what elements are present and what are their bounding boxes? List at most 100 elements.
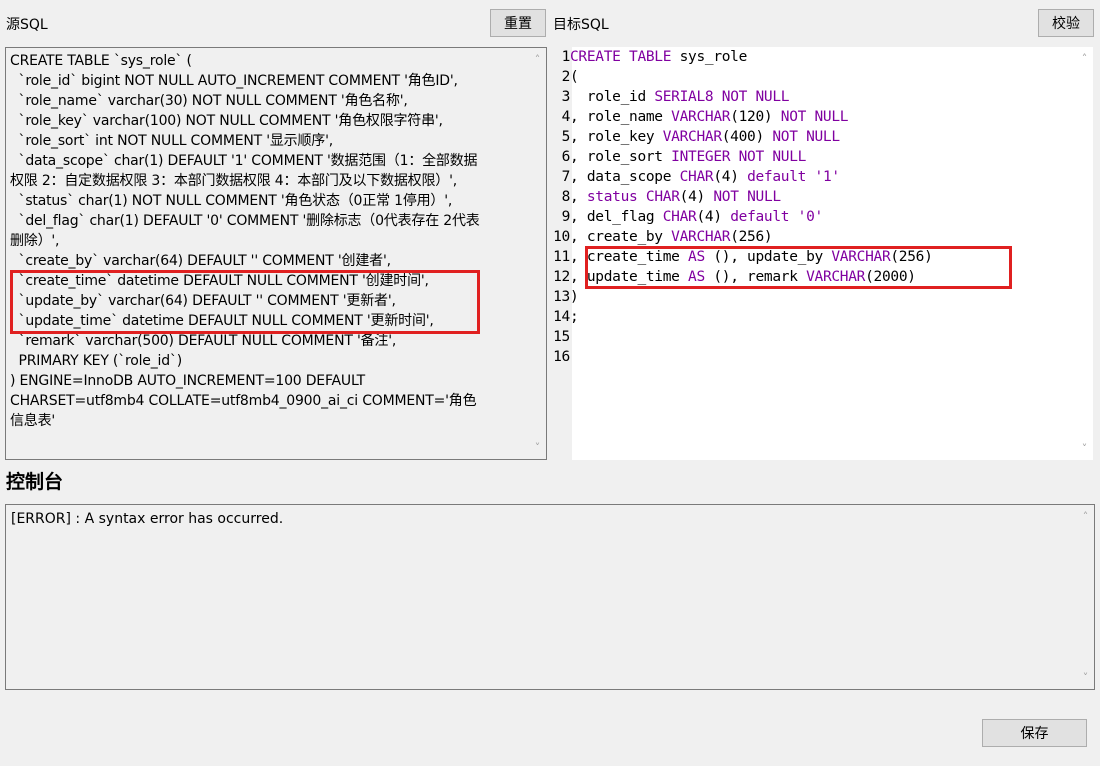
line-number: 14	[553, 309, 570, 325]
code-token: ,	[570, 189, 587, 205]
line-number: 5	[561, 129, 571, 145]
code-token: role_id	[570, 89, 655, 105]
scroll-down-icon[interactable]: ˅	[1077, 669, 1094, 686]
scroll-up-icon[interactable]: ˄	[529, 51, 546, 68]
save-button[interactable]: 保存	[982, 719, 1087, 747]
source-sql-text[interactable]: CREATE TABLE `sys_role` ( `role_id` bigi…	[10, 51, 522, 431]
scroll-down-icon[interactable]: ˅	[529, 439, 546, 456]
code-token: INTEGER	[671, 149, 731, 165]
target-code-line: 10, create_by VARCHAR(256)	[553, 227, 773, 247]
target-sql-label: 目标SQL	[553, 17, 609, 33]
code-token: ;	[570, 309, 579, 325]
code-token: , create_by	[570, 229, 672, 245]
code-token: (2000)	[865, 269, 916, 285]
code-token: (4)	[713, 169, 748, 185]
code-token: NOT NULL	[713, 189, 781, 205]
source-sql-line: 权限 2：自定数据权限 3：本部门数据权限 4：本部门及以下数据权限）',	[10, 173, 457, 189]
source-sql-line: CHARSET=utf8mb4 COLLATE=utf8mb4_0900_ai_…	[10, 393, 477, 409]
code-token: (120)	[730, 109, 781, 125]
source-sql-line: `del_flag` char(1) DEFAULT '0' COMMENT '…	[10, 213, 480, 229]
source-sql-line: `update_by` varchar(64) DEFAULT '' COMME…	[10, 293, 396, 309]
source-sql-label: 源SQL	[6, 17, 48, 33]
line-number: 4	[561, 109, 571, 125]
console-scrollbar[interactable]: ˄ ˅	[1077, 505, 1094, 689]
code-token: VARCHAR	[671, 229, 731, 245]
target-sql-editor[interactable]: 1CREATE TABLE sys_role 2(3 role_id SERIAL…	[553, 47, 1093, 460]
target-code-line: 1CREATE TABLE sys_role	[553, 47, 748, 67]
source-sql-line: `role_key` varchar(100) NOT NULL COMMENT…	[10, 113, 443, 129]
source-sql-line: `role_sort` int NOT NULL COMMENT '显示顺序',	[10, 133, 334, 149]
target-code-line: 6, role_sort INTEGER NOT NULL	[553, 147, 807, 167]
code-token: NOT NULL	[772, 129, 840, 145]
code-token: , data_scope	[570, 169, 680, 185]
target-code-line: 8, status CHAR(4) NOT NULL	[553, 187, 782, 207]
line-number: 10	[553, 229, 570, 245]
target-scrollbar[interactable]: ˄ ˅	[1076, 47, 1093, 460]
target-code-line: 11, create_time AS (), update_by VARCHAR…	[553, 247, 933, 267]
source-sql-line: `role_id` bigint NOT NULL AUTO_INCREMENT…	[10, 73, 458, 89]
line-number: 16	[553, 349, 570, 365]
code-token: VARCHAR	[831, 249, 891, 265]
source-scrollbar[interactable]: ˄ ˅	[529, 48, 546, 459]
code-token: default	[730, 209, 790, 225]
code-token: sys_role	[671, 49, 748, 65]
target-code-line: 5, role_key VARCHAR(400) NOT NULL	[553, 127, 841, 147]
scroll-up-icon[interactable]: ˄	[1077, 508, 1094, 525]
code-token: default	[747, 169, 807, 185]
code-token: , role_name	[570, 109, 672, 125]
verify-button[interactable]: 校验	[1038, 9, 1094, 37]
target-code-line: 16	[553, 347, 570, 367]
source-sql-line: ) ENGINE=InnoDB AUTO_INCREMENT=100 DEFAU…	[10, 373, 365, 389]
target-code-line: 14;	[553, 307, 579, 327]
source-sql-line: `create_time` datetime DEFAULT NULL COMM…	[10, 273, 429, 289]
scroll-down-icon[interactable]: ˅	[1076, 440, 1093, 457]
code-token: CREATE TABLE	[570, 49, 672, 65]
code-token: NOT NULL	[738, 149, 807, 165]
reset-button[interactable]: 重置	[490, 9, 546, 37]
code-token: , role_key	[570, 129, 663, 145]
code-token: VARCHAR	[806, 269, 866, 285]
source-sql-line: 删除）',	[10, 233, 60, 249]
line-number: 1	[561, 49, 571, 65]
source-sql-editor[interactable]: CREATE TABLE `sys_role` ( `role_id` bigi…	[5, 47, 547, 460]
console-title: 控制台	[6, 471, 64, 493]
code-token: , role_sort	[570, 149, 672, 165]
line-number: 3	[561, 89, 571, 105]
code-token: (), remark	[704, 269, 807, 285]
code-token: (	[570, 69, 579, 85]
line-number: 8	[561, 189, 571, 205]
code-token: status	[586, 189, 638, 205]
source-sql-line: CREATE TABLE `sys_role` (	[10, 53, 192, 69]
code-token: (), update_by	[704, 249, 832, 265]
code-token: (256)	[890, 249, 933, 265]
code-token: (4)	[696, 209, 731, 225]
target-code-line: 15	[553, 327, 570, 347]
code-token: , del_flag	[570, 209, 663, 225]
source-sql-line: `create_by` varchar(64) DEFAULT '' COMME…	[10, 253, 392, 269]
code-token: CHAR	[662, 209, 697, 225]
code-token: '0'	[797, 209, 824, 225]
line-number: 12	[553, 269, 570, 285]
code-token: VARCHAR	[662, 129, 722, 145]
code-token: NOT NULL	[780, 109, 849, 125]
source-sql-line: `update_time` datetime DEFAULT NULL COMM…	[10, 313, 434, 329]
console-output[interactable]: [ERROR] : A syntax error has occurred. ˄…	[5, 504, 1095, 690]
scroll-up-icon[interactable]: ˄	[1076, 50, 1093, 67]
source-sql-line: 信息表'	[10, 413, 56, 429]
target-code-line: 4, role_name VARCHAR(120) NOT NULL	[553, 107, 849, 127]
code-token: , update_time	[570, 269, 689, 285]
source-sql-line: `role_name` varchar(30) NOT NULL COMMENT…	[10, 93, 408, 109]
line-number: 15	[553, 329, 570, 345]
code-token: (400)	[721, 129, 773, 145]
target-code-line: 12, update_time AS (), remark VARCHAR(20…	[553, 267, 916, 287]
line-number: 9	[561, 209, 571, 225]
code-token: SERIAL8	[654, 89, 714, 105]
code-token: (4)	[679, 189, 714, 205]
code-token: , create_time	[570, 249, 689, 265]
line-number: 6	[561, 149, 571, 165]
code-token: CHAR	[645, 189, 680, 205]
code-token: (256)	[730, 229, 773, 245]
line-number: 13	[553, 289, 570, 305]
